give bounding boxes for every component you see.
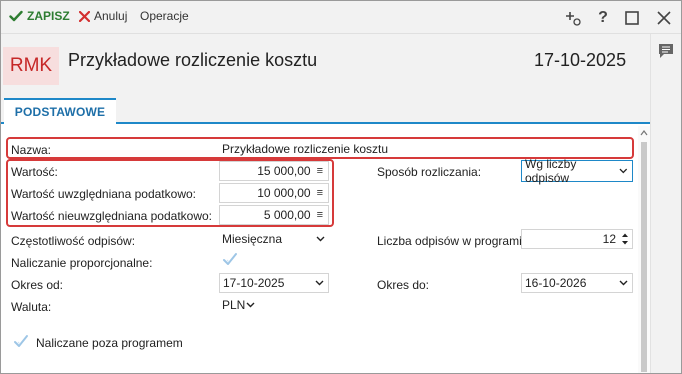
document-title: Przykładowe rozliczenie kosztu: [68, 50, 318, 70]
scrollbar-thumb[interactable]: [641, 142, 647, 372]
sposob-rozliczania-select[interactable]: Wg liczby odpisów: [521, 157, 633, 185]
czestotliwosc-value: Miesięczna: [222, 232, 283, 246]
okres-od-datepicker[interactable]: 17-10-2025: [219, 273, 329, 293]
save-button[interactable]: ZAPISZ: [9, 9, 70, 23]
okres-do-label: Okres do:: [377, 278, 430, 292]
liczba-odpisow-stepper[interactable]: 12: [521, 229, 633, 249]
sposob-rozliczania-label: Sposób rozliczania:: [377, 165, 482, 179]
liczba-odpisow-label: Liczba odpisów w programie:: [377, 234, 532, 248]
tab-bar: PODSTAWOWE: [1, 98, 650, 124]
sposob-rozliczania-value: Wg liczby odpisów: [525, 157, 577, 185]
czestotliwosc-select[interactable]: Miesięczna: [219, 229, 329, 249]
waluta-select[interactable]: PLN: [219, 295, 259, 315]
x-icon: [79, 10, 90, 22]
stepper-arrows-icon[interactable]: [621, 232, 629, 246]
chevron-down-icon: [316, 236, 325, 242]
close-icon[interactable]: [655, 9, 673, 27]
okres-do-datepicker[interactable]: 16-10-2026: [521, 273, 633, 293]
chevron-down-icon: [246, 302, 255, 308]
cancel-label: Anuluj: [94, 9, 128, 23]
waluta-value: PLN: [222, 298, 246, 312]
chevron-down-icon: [619, 280, 628, 286]
chevron-down-icon: [619, 168, 628, 174]
operations-menu[interactable]: Operacje: [140, 9, 189, 23]
poza-programem-checkbox[interactable]: [13, 333, 29, 349]
document-date: 17-10-2025: [534, 50, 627, 70]
waluta-label: Waluta:: [11, 300, 52, 314]
okres-od-label: Okres od:: [11, 278, 64, 292]
document-type-badge: RMK: [3, 47, 59, 85]
tab-podstawowe[interactable]: PODSTAWOWE: [4, 98, 116, 124]
operations-label: Operacje: [140, 9, 189, 23]
proporcjonalne-label: Naliczanie proporcjonalne:: [11, 256, 153, 270]
comment-icon[interactable]: [657, 43, 675, 59]
highlight-wartosci: [6, 159, 334, 227]
add-attachment-icon[interactable]: [564, 9, 582, 27]
cancel-button[interactable]: Anuluj: [79, 9, 127, 23]
okres-do-value: 16-10-2026: [525, 276, 587, 290]
check-icon: [9, 10, 23, 22]
save-label: ZAPISZ: [27, 9, 70, 23]
proporcjonalne-checkbox[interactable]: [222, 251, 238, 267]
scroll-up-icon[interactable]: [640, 129, 648, 137]
chevron-down-icon: [315, 280, 324, 286]
okres-od-value: 17-10-2025: [223, 276, 285, 290]
side-rail: [650, 34, 681, 373]
czestotliwosc-label: Częstotliwość odpisów:: [11, 234, 136, 248]
poza-programem-label: Naliczane poza programem: [36, 336, 183, 350]
help-icon[interactable]: ?: [594, 9, 612, 27]
maximize-icon[interactable]: [623, 9, 641, 27]
toolbar: ZAPISZ Anuluj Operacje ?: [1, 1, 681, 34]
scrollbar[interactable]: [638, 126, 650, 373]
liczba-odpisow-value: 12: [602, 232, 616, 246]
highlight-nazwa: [6, 137, 634, 159]
